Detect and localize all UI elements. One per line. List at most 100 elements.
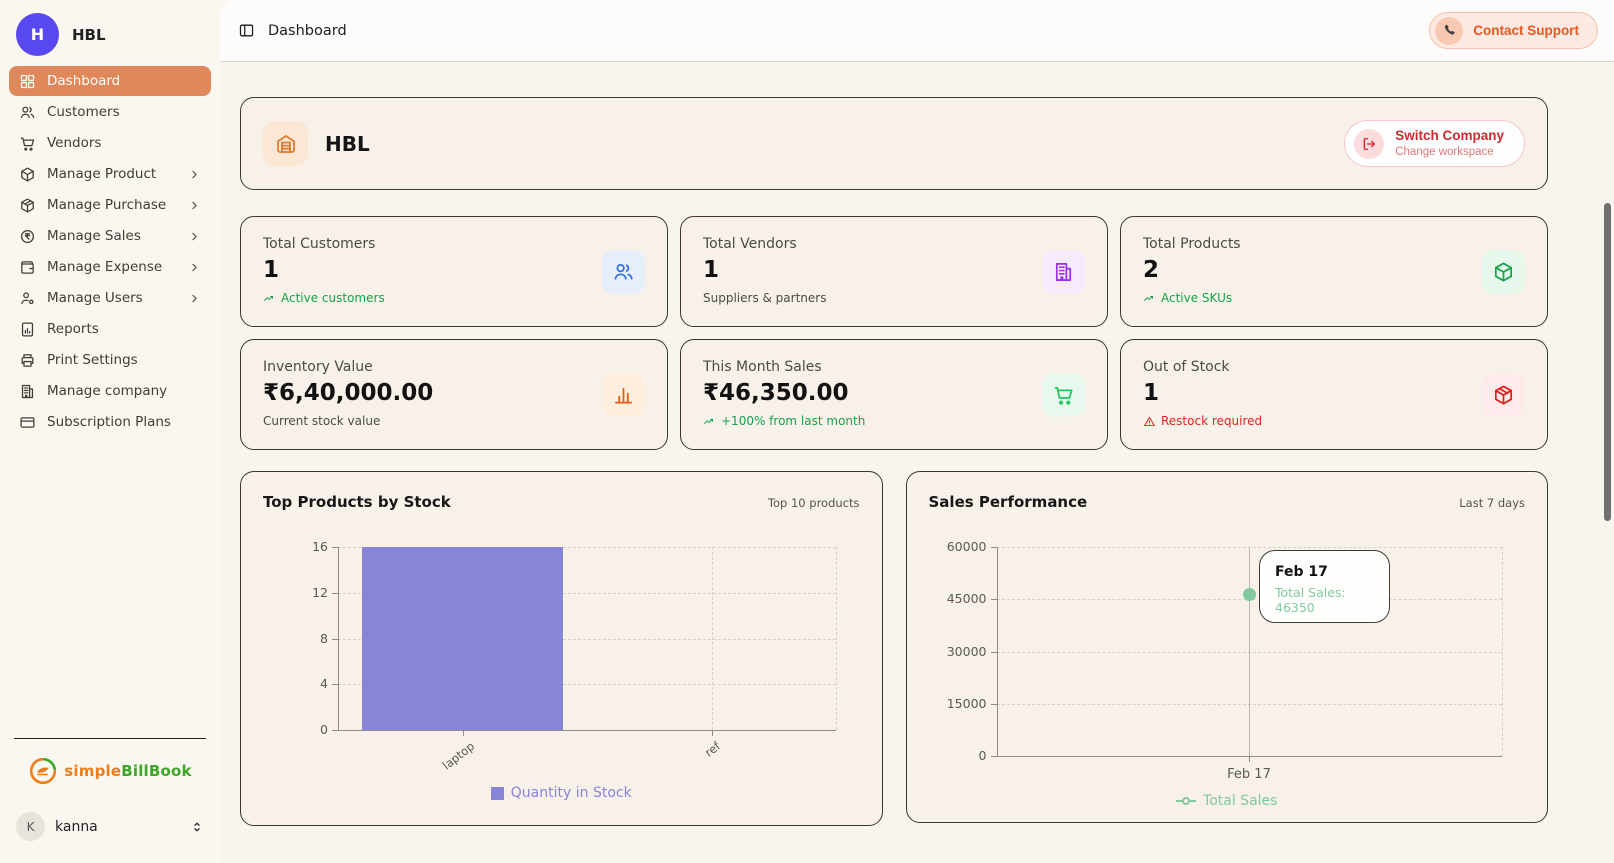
company-avatar: H: [16, 13, 59, 56]
top-products-chart-card: Top Products by Stock Top 10 products 04…: [240, 471, 883, 826]
y-axis: [997, 547, 998, 756]
tooltip-title: Feb 17: [1275, 564, 1374, 580]
sidebar-item-label: Manage Product: [47, 166, 156, 182]
gridline: [712, 547, 713, 730]
stat-card-total-products: Total Products2Active SKUs: [1120, 216, 1548, 327]
y-tick-label: 45000: [927, 591, 987, 607]
grid-icon: [19, 73, 36, 90]
chevron-right-icon: [188, 292, 201, 305]
sidebar: H HBL DashboardCustomers Vendors Manage Pr…: [0, 0, 220, 863]
y-tick-label: 60000: [927, 539, 987, 555]
bar-chart-icon: [602, 373, 645, 416]
vertical-scrollbar[interactable]: [1604, 203, 1611, 521]
stat-subtext: Suppliers & partners: [703, 291, 1085, 305]
switch-company-label: Switch Company: [1395, 128, 1504, 145]
x-axis: [997, 756, 1502, 757]
dashboard-content: HBL Switch Company Change workspace Tota…: [220, 62, 1614, 863]
user-name: kanna: [55, 819, 98, 835]
stat-value: ₹6,40,000.00: [263, 380, 645, 406]
sidebar-item-manage-product[interactable]: Manage Product: [9, 159, 211, 189]
chart-title: Top Products by Stock: [263, 493, 451, 511]
x-tick-label: ref: [702, 739, 723, 760]
bar-laptop[interactable]: [362, 547, 562, 730]
stat-subtext: Current stock value: [263, 414, 645, 428]
brand-logo: simpleBillBook: [0, 739, 220, 800]
user-menu[interactable]: K kanna: [0, 800, 220, 863]
chart-title: Sales Performance: [929, 493, 1088, 511]
chevron-right-icon: [188, 199, 201, 212]
stat-subtext: Restock required: [1143, 414, 1525, 428]
stat-value: ₹46,350.00: [703, 380, 1085, 406]
tooltip-cursor: [1249, 547, 1250, 756]
sidebar-bottom: simpleBillBook K kanna: [0, 738, 220, 863]
contact-support-button[interactable]: Contact Support: [1429, 12, 1598, 49]
stat-subtext: +100% from last month: [703, 414, 1085, 428]
phone-icon: [1435, 17, 1463, 45]
sidebar-toggle-icon[interactable]: [238, 22, 255, 39]
brand-part2: BillBook: [121, 762, 191, 780]
credit-card-icon: [19, 414, 36, 431]
y-axis: [338, 547, 339, 730]
sidebar-item-label: Vendors: [47, 135, 101, 151]
trend-up-icon: [1143, 292, 1156, 305]
chart-legend: Total Sales: [907, 793, 1548, 809]
stat-card-inventory-value: Inventory Value₹6,40,000.00Current stock…: [240, 339, 668, 450]
sidebar-item-customers[interactable]: Customers: [9, 97, 211, 127]
data-point[interactable]: [1243, 588, 1256, 601]
stat-title: Out of Stock: [1143, 359, 1525, 375]
y-tick-label: 8: [268, 631, 328, 647]
brand-text: simpleBillBook: [64, 762, 191, 780]
chevron-right-icon: [188, 261, 201, 274]
users-icon: [19, 104, 36, 121]
sidebar-item-dashboard[interactable]: Dashboard: [9, 66, 211, 96]
topbar: Dashboard Contact Support: [220, 0, 1614, 62]
stat-value: 1: [703, 257, 1085, 283]
sidebar-item-label: Reports: [47, 321, 99, 337]
sidebar-item-manage-company[interactable]: Manage company: [9, 376, 211, 406]
wallet-icon: [19, 259, 36, 276]
x-tick-label: laptop: [439, 739, 476, 772]
page-title: Dashboard: [268, 23, 347, 39]
sales-performance-chart-card: Sales Performance Last 7 days 0150003000…: [906, 471, 1549, 823]
stat-title: This Month Sales: [703, 359, 1085, 375]
switch-company-button[interactable]: Switch Company Change workspace: [1344, 120, 1525, 167]
sidebar-item-manage-expense[interactable]: Manage Expense: [9, 252, 211, 282]
stat-title: Total Vendors: [703, 236, 1085, 252]
sidebar-item-manage-purchase[interactable]: Manage Purchase: [9, 190, 211, 220]
y-tick-label: 30000: [927, 644, 987, 660]
sidebar-nav: DashboardCustomers Vendors Manage Product M…: [0, 66, 220, 438]
charts-grid: Top Products by Stock Top 10 products 0 4…: [240, 471, 1548, 826]
brand-part1: simple: [64, 762, 121, 780]
stats-grid: Total Customers1Active customers Total Ve…: [240, 216, 1548, 450]
brand-mark-icon: [28, 756, 58, 786]
y-tick-label: 0: [268, 722, 328, 738]
package-icon: [1482, 250, 1525, 293]
package-x-icon: [1482, 373, 1525, 416]
sidebar-company-header: H HBL: [0, 0, 220, 66]
stat-card-total-customers: Total Customers1Active customers: [240, 216, 668, 327]
stat-subtext: Active SKUs: [1143, 291, 1525, 305]
chart-header: Sales Performance Last 7 days: [907, 472, 1548, 511]
y-tick-label: 12: [268, 585, 328, 601]
sidebar-item-vendors[interactable]: Vendors: [9, 128, 211, 158]
chart-tooltip: Feb 17Total Sales: 46350: [1259, 550, 1390, 623]
sidebar-item-label: Manage Sales: [47, 228, 141, 244]
legend-swatch: [491, 787, 504, 800]
building-icon: [1042, 250, 1085, 293]
sidebar-item-label: Print Settings: [47, 352, 138, 368]
sidebar-item-subscription-plans[interactable]: Subscription Plans: [9, 407, 211, 437]
contact-support-label: Contact Support: [1473, 23, 1579, 38]
sidebar-item-reports[interactable]: Reports: [9, 314, 211, 344]
stat-title: Total Products: [1143, 236, 1525, 252]
sidebar-item-label: Manage Users: [47, 290, 143, 306]
company-building-icon: [263, 121, 308, 166]
x-tick-label: Feb 17: [1227, 767, 1271, 782]
sidebar-item-print-settings[interactable]: Print Settings: [9, 345, 211, 375]
sidebar-item-manage-sales[interactable]: Manage Sales: [9, 221, 211, 251]
sidebar-item-manage-users[interactable]: Manage Users: [9, 283, 211, 313]
chevron-right-icon: [188, 168, 201, 181]
building-icon: [19, 383, 36, 400]
chart-header: Top Products by Stock Top 10 products: [241, 472, 882, 511]
stat-value: 1: [1143, 380, 1525, 406]
printer-icon: [19, 352, 36, 369]
